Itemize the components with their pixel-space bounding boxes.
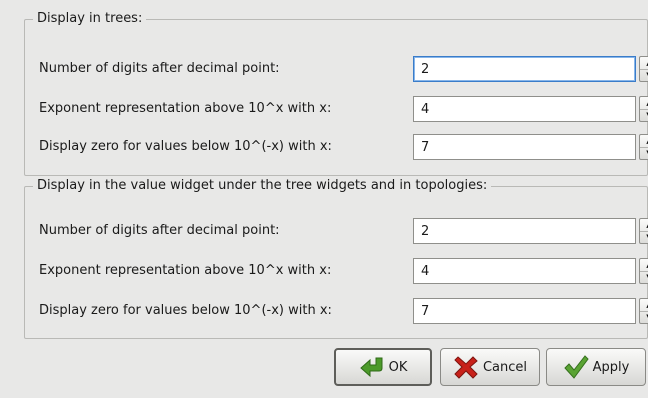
trees-exponent-input[interactable]: 4 (413, 96, 636, 122)
decrement-arrow-icon[interactable]: ▼ (640, 69, 648, 81)
apply-check-icon (563, 355, 589, 379)
row-trees-zero-threshold: Display zero for values below 10^(-x) wi… (39, 134, 648, 160)
label-trees-exponent: Exponent representation above 10^x with … (39, 101, 332, 116)
decrement-arrow-icon[interactable]: ▼ (640, 311, 648, 323)
trees-decimal-digits-stepper[interactable]: ▲ ▼ (639, 56, 648, 82)
widget-exponent-input[interactable]: 4 (413, 258, 636, 284)
widget-zero-threshold-value: 7 (421, 304, 430, 319)
label-widget-zero-threshold: Display zero for values below 10^(-x) wi… (39, 303, 332, 318)
apply-button-label: Apply (592, 359, 630, 375)
trees-decimal-digits-input[interactable]: 2 (413, 56, 636, 82)
row-widget-zero-threshold: Display zero for values below 10^(-x) wi… (39, 298, 648, 324)
decrement-arrow-icon[interactable]: ▼ (640, 109, 648, 121)
row-trees-decimal-digits: Number of digits after decimal point: 2 … (39, 56, 648, 82)
cancel-button[interactable]: Cancel (440, 348, 540, 386)
widget-exponent-value: 4 (421, 264, 430, 279)
label-widget-decimal-digits: Number of digits after decimal point: (39, 223, 280, 238)
decrement-arrow-icon[interactable]: ▼ (640, 271, 648, 283)
cancel-button-label: Cancel (482, 359, 528, 375)
row-widget-exponent: Exponent representation above 10^x with … (39, 258, 648, 284)
widget-decimal-digits-value: 2 (421, 224, 430, 239)
widget-exponent-stepper[interactable]: ▲ ▼ (639, 258, 648, 284)
decrement-arrow-icon[interactable]: ▼ (640, 147, 648, 159)
ok-button-label: OK (388, 359, 408, 375)
trees-decimal-digits-value: 2 (421, 62, 430, 77)
label-trees-zero-threshold: Display zero for values below 10^(-x) wi… (39, 139, 332, 154)
ok-button[interactable]: OK (334, 348, 432, 386)
trees-display-group: Display in trees: Number of digits after… (24, 11, 648, 176)
group-title-value-widget: Display in the value widget under the tr… (33, 178, 492, 194)
trees-zero-threshold-stepper[interactable]: ▲ ▼ (639, 134, 648, 160)
cancel-x-icon (454, 356, 478, 379)
widget-decimal-digits-input[interactable]: 2 (413, 218, 636, 244)
trees-exponent-value: 4 (421, 102, 430, 117)
trees-exponent-stepper[interactable]: ▲ ▼ (639, 96, 648, 122)
row-widget-decimal-digits: Number of digits after decimal point: 2 … (39, 218, 648, 244)
widget-zero-threshold-stepper[interactable]: ▲ ▼ (639, 298, 648, 324)
value-widget-display-group: Display in the value widget under the tr… (24, 178, 648, 339)
decrement-arrow-icon[interactable]: ▼ (640, 231, 648, 243)
apply-button[interactable]: Apply (546, 348, 646, 386)
trees-zero-threshold-input[interactable]: 7 (413, 134, 636, 160)
trees-zero-threshold-value: 7 (421, 140, 430, 155)
widget-decimal-digits-stepper[interactable]: ▲ ▼ (639, 218, 648, 244)
widget-zero-threshold-input[interactable]: 7 (413, 298, 636, 324)
ok-arrow-icon (359, 357, 383, 378)
label-widget-exponent: Exponent representation above 10^x with … (39, 263, 332, 278)
group-title-trees: Display in trees: (33, 11, 147, 27)
row-trees-exponent: Exponent representation above 10^x with … (39, 96, 648, 122)
label-trees-decimal-digits: Number of digits after decimal point: (39, 61, 280, 76)
